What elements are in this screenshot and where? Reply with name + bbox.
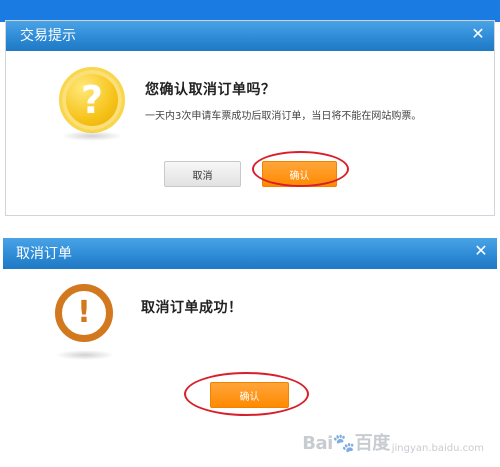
dialog-heading: 您确认取消订单吗？ <box>145 82 276 98</box>
question-icon: ? <box>59 67 125 133</box>
icon-shadow <box>55 350 115 360</box>
close-icon[interactable]: ✕ <box>473 242 489 260</box>
trade-prompt-dialog: 交易提示 ✕ ? 您确认取消订单吗？ 一天内3次申请车票成功后取消订单，当日将不… <box>5 20 495 216</box>
alert-icon-glyph: ! <box>77 295 91 330</box>
question-icon-wrap: ? <box>59 67 125 133</box>
alert-icon: ! <box>55 284 113 342</box>
watermark-brand: Bai🐾百度 <box>302 433 390 454</box>
top-color-strip <box>0 0 500 22</box>
cancel-button[interactable]: 取消 <box>164 161 241 187</box>
watermark-caption: jingyan.baidu.com <box>391 443 484 454</box>
dialog-titlebar: 取消订单 ✕ <box>3 238 497 269</box>
dialog-title: 交易提示 <box>20 28 76 44</box>
dialog-title: 取消订单 <box>16 246 72 262</box>
close-icon[interactable]: ✕ <box>470 25 486 43</box>
question-icon-glyph: ? <box>80 78 104 122</box>
cancel-order-dialog: 取消订单 ✕ ! 取消订单成功！ 确认 <box>3 238 497 460</box>
dialog-heading: 取消订单成功！ <box>141 300 243 316</box>
baidu-watermark: Bai🐾百度 jingyan.baidu.com <box>302 429 484 455</box>
dialog-titlebar: 交易提示 ✕ <box>6 21 494 51</box>
alert-icon-wrap: ! <box>55 284 113 342</box>
dialog-message: 一天内3次申请车票成功后取消订单，当日将不能在网站购票。 <box>145 111 422 122</box>
confirm-button[interactable]: 确认 <box>262 161 337 187</box>
confirm-button[interactable]: 确认 <box>210 382 289 408</box>
icon-shadow <box>61 131 123 141</box>
